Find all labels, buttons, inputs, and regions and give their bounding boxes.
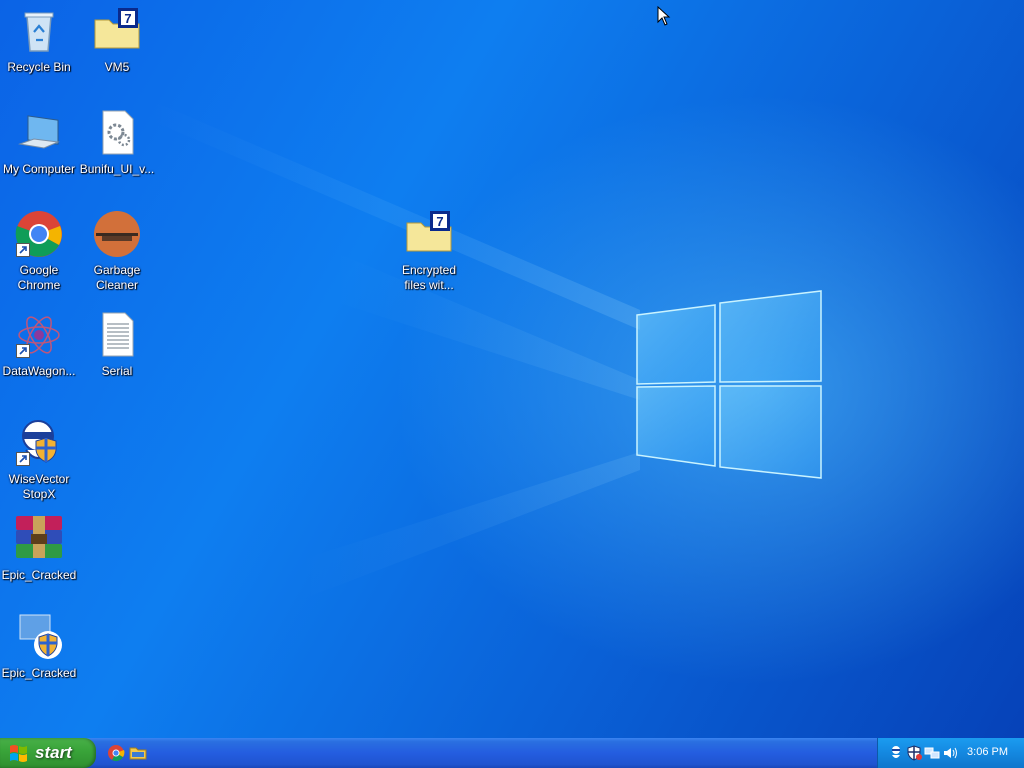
desktop-icon-label: VM5	[104, 60, 130, 74]
settings-file-icon	[102, 110, 134, 155]
desktop-icon-epic-cracked-rar[interactable]: Epic_Cracked	[0, 514, 78, 583]
desktop-icon-datawagon[interactable]: DataWagon...	[0, 310, 78, 379]
shield-installer-icon	[19, 614, 62, 659]
start-button[interactable]: start	[0, 738, 96, 768]
garbage-cleaner-icon	[94, 211, 140, 257]
desktop-icon-label: WiseVector StopX	[8, 472, 70, 501]
svg-text:7: 7	[436, 214, 443, 229]
desktop-icon-serial[interactable]: Serial	[78, 310, 156, 379]
desktop[interactable]: Recycle Bin 7 VM5 My Computer Bunifu_UI_…	[0, 0, 1024, 738]
wisevector-tray-icon[interactable]	[888, 745, 904, 761]
volume-icon[interactable]	[942, 745, 958, 761]
system-tray: 3:06 PM	[877, 738, 1024, 768]
desktop-icon-epic-cracked-installer[interactable]: Epic_Cracked	[0, 612, 78, 681]
computer-icon	[18, 115, 60, 149]
desktop-icon-label: My Computer	[2, 162, 76, 176]
security-shield-icon[interactable]	[906, 745, 922, 761]
desktop-icon-vm5[interactable]: 7 VM5	[78, 6, 156, 75]
desktop-icon-label: Bunifu_UI_v...	[79, 162, 155, 176]
shortcut-arrow-icon	[16, 344, 30, 358]
clock[interactable]: 3:06 PM	[967, 746, 1008, 758]
7zip-folder-icon: 7	[406, 211, 452, 252]
desktop-icon-label: Garbage Cleaner	[93, 263, 141, 292]
desktop-icon-bunifu[interactable]: Bunifu_UI_v...	[78, 108, 156, 177]
quicklaunch-folder-icon[interactable]	[129, 744, 147, 762]
desktop-icon-label: Epic_Cracked	[1, 666, 77, 680]
desktop-icon-label: Serial	[101, 364, 133, 378]
desktop-icon-wisevector-stopx[interactable]: WiseVector StopX	[0, 418, 78, 502]
mouse-cursor-icon	[657, 6, 671, 26]
desktop-icon-label: Encrypted files wit...	[401, 263, 457, 292]
desktop-icon-encrypted-files[interactable]: 7 Encrypted files wit...	[390, 209, 468, 293]
desktop-icon-label: Recycle Bin	[7, 60, 71, 74]
start-label: start	[35, 743, 72, 762]
network-icon[interactable]	[924, 745, 940, 761]
shortcut-arrow-icon	[16, 243, 30, 257]
winrar-icon	[16, 516, 62, 558]
text-file-icon	[102, 312, 134, 357]
taskbar: start 3:06 PM	[0, 738, 1024, 768]
7zip-folder-icon: 7	[94, 8, 140, 49]
quicklaunch-chrome-icon[interactable]	[107, 744, 125, 762]
desktop-icon-label: DataWagon...	[2, 364, 76, 378]
desktop-icon-garbage-cleaner[interactable]: Garbage Cleaner	[78, 209, 156, 293]
desktop-icon-recycle-bin[interactable]: Recycle Bin	[0, 6, 78, 75]
svg-text:7: 7	[124, 11, 131, 26]
desktop-icon-label: Epic_Cracked	[1, 568, 77, 582]
windows-flag-icon	[10, 745, 27, 762]
desktop-icon-my-computer[interactable]: My Computer	[0, 108, 78, 177]
shortcut-arrow-icon	[16, 452, 30, 466]
desktop-icon-label: Google Chrome	[17, 263, 61, 292]
desktop-icon-google-chrome[interactable]: Google Chrome	[0, 209, 78, 293]
recycle-bin-icon	[24, 12, 54, 52]
